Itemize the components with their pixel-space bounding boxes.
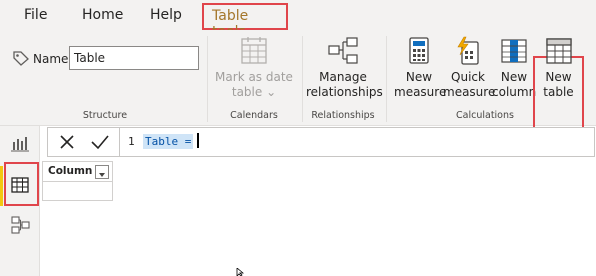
quick-measure-button[interactable]: Quick measure: [443, 36, 496, 100]
report-view-icon[interactable]: [5, 130, 35, 160]
new-table-label-1: New: [545, 70, 572, 84]
manage-relationships-label-2: relationships: [306, 85, 383, 99]
group-divider: [207, 36, 208, 122]
name-label: Name: [33, 52, 69, 66]
group-label-calendars: Calendars: [230, 110, 278, 121]
relationships-icon: [328, 37, 358, 64]
data-view-highlight: [4, 162, 39, 206]
new-column-button[interactable]: New column: [492, 36, 536, 100]
close-icon[interactable]: [58, 133, 76, 151]
mouse-cursor-icon: [236, 268, 244, 276]
group-label-relationships: Relationships: [311, 110, 375, 121]
group-divider: [386, 36, 387, 122]
model-view-icon[interactable]: [5, 210, 35, 240]
new-column-label-2: column: [492, 85, 536, 99]
quick-measure-label-1: Quick: [451, 70, 485, 84]
new-table-label-2: table: [543, 85, 574, 99]
menu-file[interactable]: File: [24, 7, 47, 23]
table-icon: [545, 38, 572, 64]
column-filter-dropdown[interactable]: [95, 165, 109, 179]
chevron-down-icon: [99, 173, 105, 177]
check-icon[interactable]: [90, 133, 110, 151]
table-name-input[interactable]: Table: [69, 46, 199, 70]
new-measure-button[interactable]: New measure: [394, 36, 447, 100]
text-caret: [197, 133, 199, 148]
group-label-structure: Structure: [82, 110, 128, 121]
mark-as-date-table-label-2: table ⌄: [231, 85, 277, 99]
column-header[interactable]: Column: [43, 162, 112, 182]
view-sidebar: [0, 126, 40, 276]
group-divider: [302, 36, 303, 122]
formula-actions: [48, 128, 120, 156]
formula-input[interactable]: Table =: [143, 134, 194, 149]
column-icon: [501, 39, 527, 63]
new-measure-label-2: measure: [394, 85, 447, 99]
menu-bar: File Home Help Table tools: [0, 0, 596, 40]
calendar-icon: [241, 37, 267, 64]
manage-relationships-label-1: Manage: [319, 70, 367, 84]
ribbon: Name Table Structure Mark as date table …: [0, 30, 596, 142]
mark-as-date-table-button[interactable]: Mark as date table ⌄: [214, 36, 294, 100]
new-measure-label-1: New: [405, 70, 433, 84]
manage-relationships-button[interactable]: Manage relationships: [306, 36, 383, 100]
tab-table-tools[interactable]: Table tools: [202, 3, 288, 40]
menu-help[interactable]: Help: [150, 7, 182, 23]
calculator-icon: [409, 37, 429, 64]
active-view-indicator: [0, 166, 3, 206]
column-header-label: Column: [48, 165, 93, 177]
new-table-button[interactable]: New table: [535, 36, 582, 100]
new-column-label-1: New: [500, 70, 528, 84]
quick-measure-label-2: measure: [443, 85, 496, 99]
formula-bar: 1 Table =: [47, 127, 595, 157]
mark-as-date-table-label-1: Mark as date: [215, 70, 293, 84]
group-label-calculations: Calculations: [456, 110, 514, 121]
menu-home[interactable]: Home: [82, 7, 123, 23]
lightning-calculator-icon: [457, 36, 479, 65]
line-number: 1: [128, 135, 135, 148]
tag-icon: [13, 51, 29, 66]
data-table: Column: [42, 161, 113, 201]
